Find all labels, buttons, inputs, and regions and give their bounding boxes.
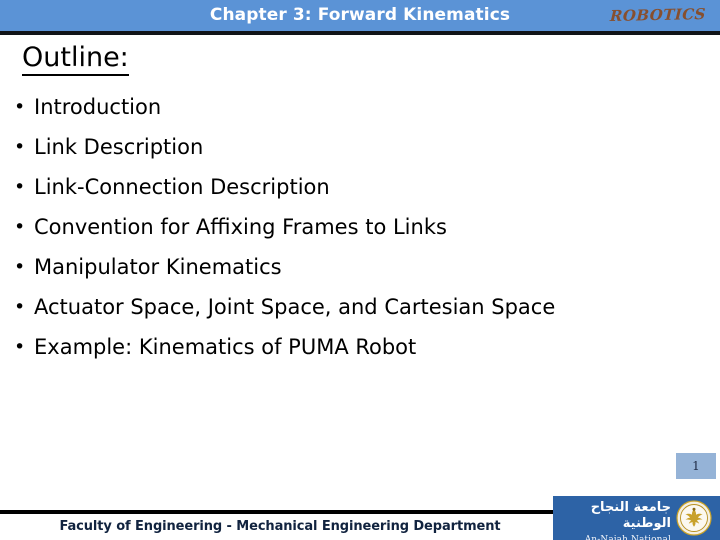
footer-divider <box>0 510 565 514</box>
list-item: • Link-Connection Description <box>0 167 720 207</box>
university-name-arabic: جامعة النجاح الوطنية <box>590 500 671 531</box>
list-item: • Link Description <box>0 127 720 167</box>
bullet-icon: • <box>14 96 26 118</box>
outline-heading: Outline: <box>22 42 129 77</box>
robotics-course-logo: ROBOTICS <box>609 4 707 26</box>
bullet-icon: • <box>14 216 26 238</box>
list-item-label: Manipulator Kinematics <box>34 255 282 279</box>
slide-content: Outline: • Introduction • Link Descripti… <box>0 35 720 445</box>
list-item: • Example: Kinematics of PUMA Robot <box>0 327 720 367</box>
list-item: • Actuator Space, Joint Space, and Carte… <box>0 287 720 327</box>
bullet-icon: • <box>14 256 26 278</box>
slide-header-bar: Chapter 3: Forward Kinematics ROBOTICS <box>0 0 720 31</box>
university-name-english: An-Najah National University <box>584 535 671 540</box>
list-item-label: Introduction <box>34 95 162 119</box>
list-item-label: Actuator Space, Joint Space, and Cartesi… <box>34 295 556 319</box>
university-logo: جامعة النجاح الوطنية An-Najah National U… <box>553 496 720 540</box>
eagle-emblem-icon <box>676 500 712 536</box>
bullet-icon: • <box>14 176 26 198</box>
university-logo-text: جامعة النجاح الوطنية An-Najah National U… <box>559 500 671 540</box>
bullet-icon: • <box>14 296 26 318</box>
list-item: • Manipulator Kinematics <box>0 247 720 287</box>
list-item: • Introduction <box>0 87 720 127</box>
footer-department-label: Faculty of Engineering - Mechanical Engi… <box>59 519 501 534</box>
list-item-label: Link-Connection Description <box>34 175 330 199</box>
list-item-label: Example: Kinematics of PUMA Robot <box>34 335 417 359</box>
page-number-badge: 1 <box>676 453 716 479</box>
bullet-icon: • <box>14 336 26 358</box>
list-item-label: Convention for Affixing Frames to Links <box>34 215 447 239</box>
bullet-icon: • <box>14 136 26 158</box>
list-item-label: Link Description <box>34 135 204 159</box>
outline-bullet-list: • Introduction • Link Description • Link… <box>0 87 720 367</box>
list-item: • Convention for Affixing Frames to Link… <box>0 207 720 247</box>
